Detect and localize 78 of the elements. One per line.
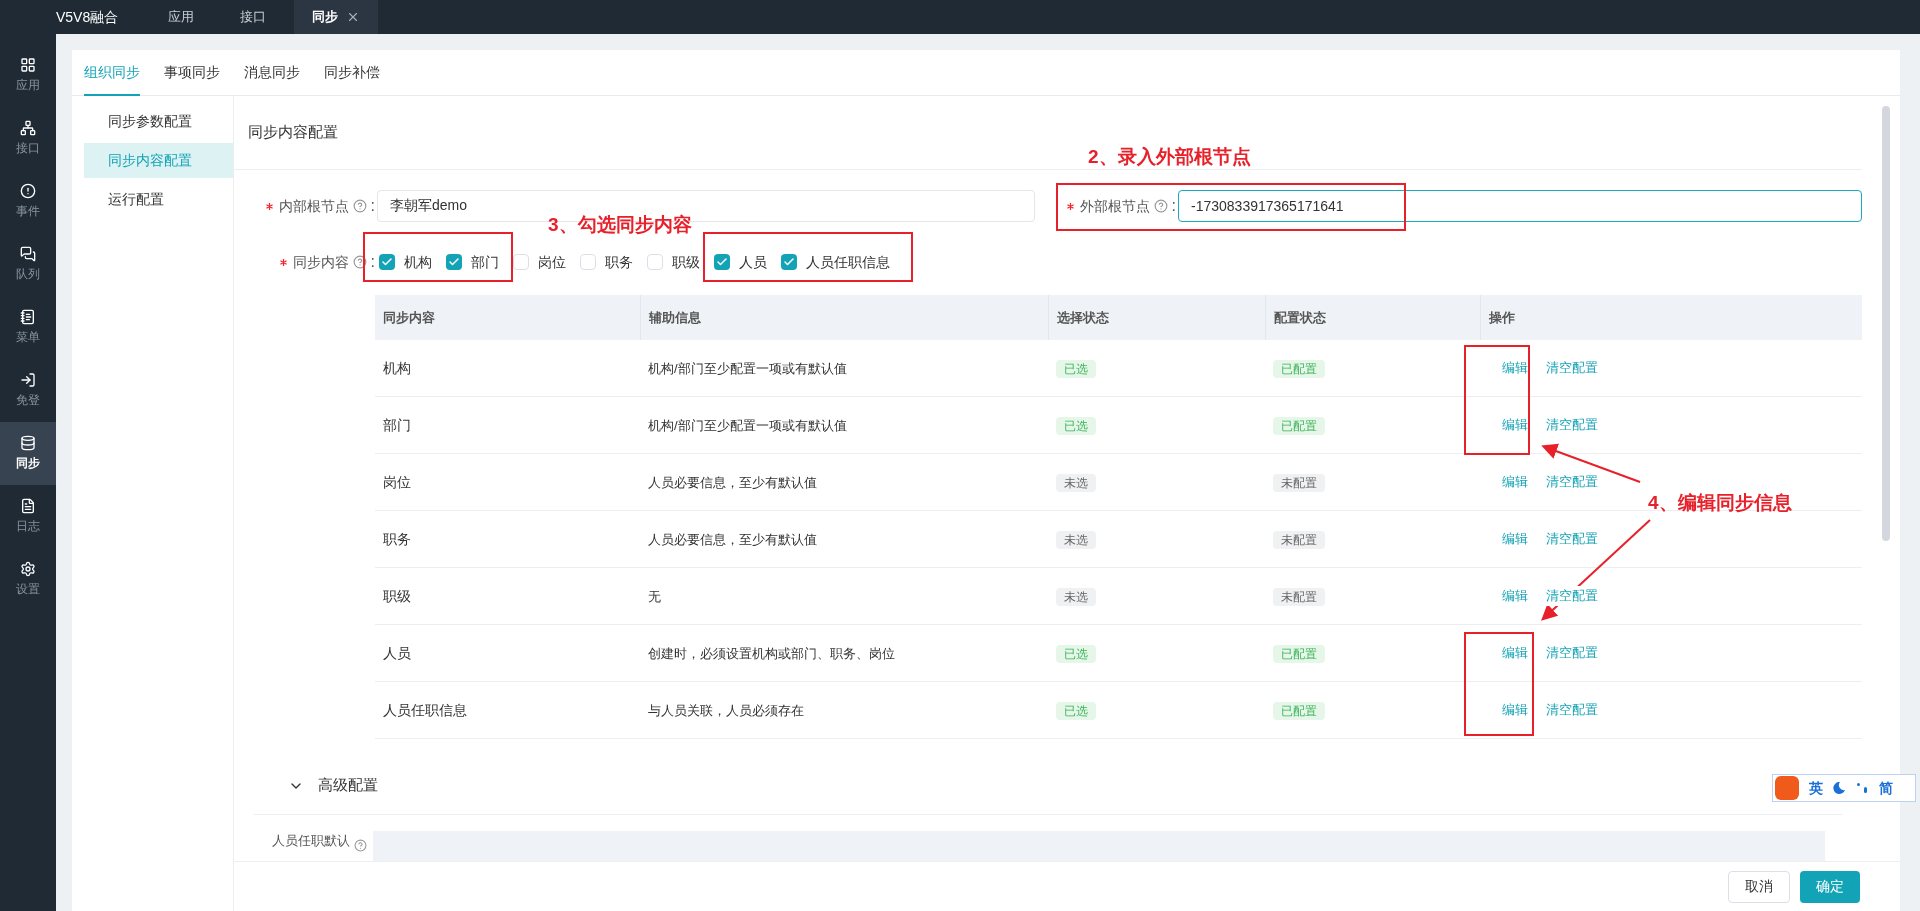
table-cell: 人员必要信息，至少有默认值 — [648, 532, 817, 547]
checkbox[interactable]: 部门 — [446, 251, 499, 273]
status-tag: 已选 — [1056, 360, 1096, 378]
status-tag: 未选 — [1056, 588, 1096, 606]
sidebar-item[interactable]: 事件 — [0, 170, 56, 233]
menu-item[interactable]: 同步内容配置 — [84, 143, 233, 178]
text-field[interactable]: -1730833917365171641 — [1178, 190, 1862, 222]
column-header: 辅助信息 — [649, 308, 701, 327]
table-cell: 无 — [648, 589, 661, 604]
table-cell: 创建时，必须设置机构或部门、职务、岗位 — [648, 646, 895, 661]
status-tag: 已选 — [1056, 702, 1096, 720]
sidebar-item[interactable]: 队列 — [0, 233, 56, 296]
status-tag: 未选 — [1056, 474, 1096, 492]
top-tab[interactable]: 同步 — [294, 0, 378, 34]
column-header: 操作 — [1489, 308, 1515, 327]
status-tag: 已选 — [1056, 417, 1096, 435]
page-tab[interactable]: 事项同步 — [164, 50, 220, 96]
status-tag: 已配置 — [1273, 417, 1325, 435]
menu-item[interactable]: 运行配置 — [84, 182, 233, 217]
table-cell: 人员 — [383, 645, 411, 661]
table-cell: 岗位 — [383, 474, 411, 490]
label-colon: : — [370, 252, 375, 272]
annotation-text: 2、录入外部根节点 — [1088, 145, 1251, 169]
ime-script: 简 — [1879, 778, 1893, 798]
page-tab[interactable]: 组织同步 — [84, 50, 140, 96]
table-cell: 职务 — [383, 531, 411, 547]
sidebar-item[interactable]: 菜单 — [0, 296, 56, 359]
field-label: 外部根节点 — [1079, 196, 1150, 216]
label-colon: : — [1171, 196, 1176, 216]
status-tag: 未选 — [1056, 531, 1096, 549]
sidebar-item[interactable]: 接口 — [0, 107, 56, 170]
sidebar-item[interactable]: 日志 — [0, 485, 56, 548]
status-tag: 已配置 — [1273, 702, 1325, 720]
column-header: 同步内容 — [383, 308, 435, 327]
annotation-text: 4、编辑同步信息 — [1648, 491, 1792, 515]
top-tab[interactable]: 接口 — [222, 0, 294, 34]
status-tag: 未配置 — [1273, 474, 1325, 492]
table-cell: 机构/部门至少配置一项或有默认值 — [648, 418, 847, 433]
ime-mode: 英 — [1809, 778, 1823, 798]
checkbox[interactable]: 职级 — [647, 251, 700, 273]
app-title: V5V8融合 — [56, 7, 120, 27]
label-colon: : — [370, 196, 375, 216]
page-tab[interactable]: 消息同步 — [244, 50, 300, 96]
action-link[interactable]: 清空配置 — [1546, 586, 1598, 606]
status-tag: 已配置 — [1273, 360, 1325, 378]
sidebar-item[interactable]: 应用 — [0, 44, 56, 107]
table-cell: 与人员关联，人员必须存在 — [648, 703, 804, 718]
checkbox[interactable]: 机构 — [379, 251, 432, 273]
table-cell: 部门 — [383, 417, 411, 433]
field-label: 人员任职默认 — [271, 832, 351, 850]
section-title: 同步内容配置 — [248, 122, 338, 143]
table-cell: 机构 — [383, 360, 411, 376]
status-tag: 未配置 — [1273, 588, 1325, 606]
top-tab[interactable]: 应用 — [150, 0, 222, 34]
status-tag: 未配置 — [1273, 531, 1325, 549]
sidebar-item[interactable]: 同步 — [0, 422, 56, 485]
status-tag: 已选 — [1056, 645, 1096, 663]
section-title: 高级配置 — [318, 775, 378, 796]
status-tag: 已配置 — [1273, 645, 1325, 663]
table-cell: 人员必要信息，至少有默认值 — [648, 475, 817, 490]
field-label: 内部根节点 — [278, 196, 349, 216]
sidebar-item[interactable]: 免登 — [0, 359, 56, 422]
field-label: 同步内容 — [292, 252, 349, 272]
column-header: 配置状态 — [1274, 308, 1326, 327]
table-cell: 人员任职信息 — [383, 702, 467, 718]
checkbox[interactable]: 岗位 — [513, 251, 566, 273]
column-header: 选择状态 — [1057, 308, 1109, 327]
menu-item[interactable]: 同步参数配置 — [84, 104, 233, 139]
checkbox[interactable]: 人员 — [714, 251, 767, 273]
table-cell: 机构/部门至少配置一项或有默认值 — [648, 361, 847, 376]
confirm-button[interactable]: 确定 — [1800, 870, 1860, 903]
ime-toolbar[interactable]: 英 简 — [1772, 774, 1916, 802]
cancel-button[interactable]: 取消 — [1728, 870, 1790, 903]
sidebar-item[interactable]: 设置 — [0, 548, 56, 611]
page-tab[interactable]: 同步补偿 — [324, 50, 380, 96]
table-cell: 职级 — [383, 588, 411, 604]
checkbox[interactable]: 职务 — [580, 251, 633, 273]
checkbox[interactable]: 人员任职信息 — [781, 251, 890, 273]
